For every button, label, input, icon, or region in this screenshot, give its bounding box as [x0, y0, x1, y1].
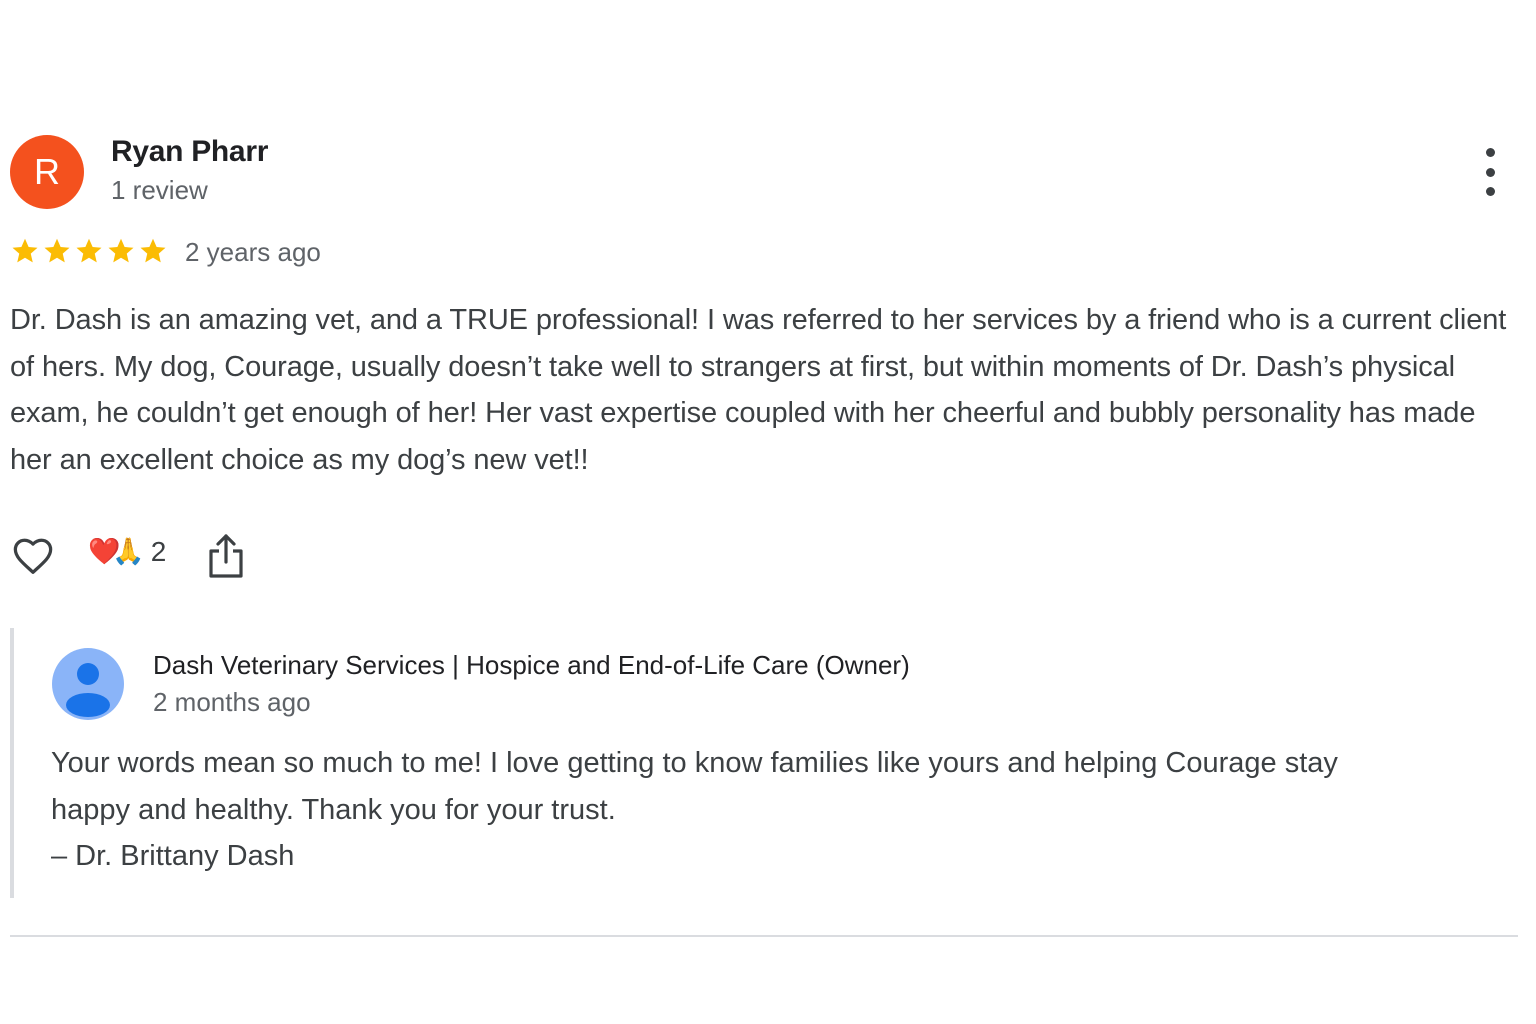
owner-reply-text: Your words mean so much to me! I love ge…	[51, 740, 1511, 880]
review-card: R Ryan Pharr 1 review 2 years ago Dr. Da…	[10, 0, 1518, 1024]
owner-avatar	[52, 648, 124, 720]
reactions-button[interactable]: ❤️🙏 2	[88, 536, 166, 568]
author-name[interactable]: Ryan Pharr	[111, 135, 268, 169]
author-review-count[interactable]: 1 review	[111, 175, 208, 206]
owner-reply-line: Your words mean so much to me! I love ge…	[51, 747, 1338, 779]
more-vert-icon	[1485, 148, 1495, 157]
owner-reply: Dash Veterinary Services | Hospice and E…	[10, 628, 1514, 898]
reaction-emojis: ❤️🙏	[88, 537, 145, 567]
star-icon	[44, 238, 70, 263]
owner-name: Dash Veterinary Services | Hospice and E…	[153, 650, 910, 680]
share-button[interactable]	[206, 532, 246, 580]
star-icon	[140, 238, 166, 263]
review-time: 2 years ago	[185, 237, 321, 267]
more-options-button[interactable]	[1472, 148, 1508, 196]
owner-reply-signature: – Dr. Brittany Dash	[51, 840, 295, 872]
star-icon	[76, 238, 102, 263]
review-text: Dr. Dash is an amazing vet, and a TRUE p…	[10, 304, 1507, 476]
like-button[interactable]	[10, 533, 56, 579]
review-actions: ❤️🙏 2	[10, 530, 410, 584]
owner-reply-time: 2 months ago	[153, 687, 311, 717]
person-icon	[52, 648, 124, 720]
heart-outline-icon	[13, 538, 53, 574]
owner-reply-line: happy and healthy. Thank you for your tr…	[51, 793, 616, 826]
divider	[10, 935, 1518, 937]
share-icon	[209, 534, 243, 578]
star-rating	[10, 236, 168, 266]
reaction-count: 2	[150, 536, 167, 567]
star-icon	[12, 238, 38, 263]
author-avatar[interactable]: R	[10, 135, 84, 209]
author-initial: R	[34, 151, 60, 192]
star-icon	[108, 238, 134, 263]
